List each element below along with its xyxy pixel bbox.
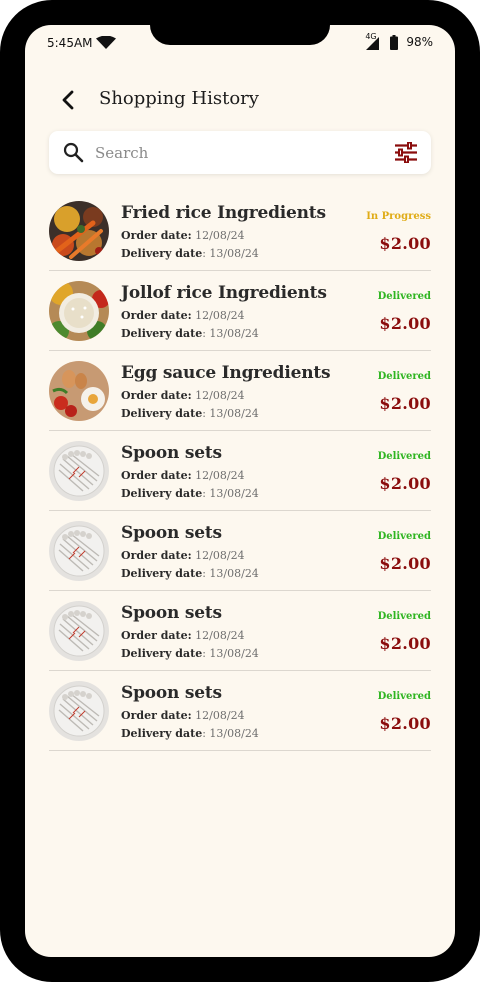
search-input[interactable] [95,140,385,166]
signal-indicator: 4G [364,32,380,50]
phone-frame: 5:45AM 4G 98% Shopping History Search Fr… [0,0,480,982]
item-name: Spoon sets [121,603,222,623]
price: $2.00 [379,634,431,653]
delivery-date: Delivery date: 13/08/24 [121,727,259,740]
price: $2.00 [379,394,431,413]
price: $2.00 [379,314,431,333]
status-badge: Delivered [377,451,431,462]
order-row-6[interactable]: Spoon sets Order date: 12/08/24 Delivery… [49,591,431,671]
search-icon[interactable] [63,142,84,163]
order-date-label: Order date: [121,709,192,722]
delivery-date-value: 13/08/24 [209,327,259,340]
order-date-value: 12/08/24 [195,229,245,242]
app-screen: 5:45AM 4G 98% Shopping History Search Fr… [25,25,455,957]
order-date-value: 12/08/24 [195,709,245,722]
order-date-value: 12/08/24 [195,309,245,322]
item-name: Spoon sets [121,683,222,703]
spices-image [49,201,109,261]
price: $2.00 [379,714,431,733]
order-date-label: Order date: [121,229,192,242]
order-date: Order date: 12/08/24 [121,549,245,562]
delivery-date-label: Delivery date [121,567,203,580]
delivery-date-value: 13/08/24 [209,247,259,260]
item-name: Jollof rice Ingredients [121,283,327,303]
search-bar [49,131,431,174]
delivery-date-label: Delivery date [121,247,203,260]
filter-sliders-icon[interactable] [395,142,417,163]
delivery-date: Delivery date: 13/08/24 [121,487,259,500]
order-date-label: Order date: [121,629,192,642]
signal-icon [366,37,380,50]
delivery-date-value: 13/08/24 [209,407,259,420]
status-time: 5:45AM [47,36,93,50]
order-row-2[interactable]: Jollof rice Ingredients Order date: 12/0… [49,271,431,351]
camera-notch [150,25,330,45]
order-row-5[interactable]: Spoon sets Order date: 12/08/24 Delivery… [49,511,431,591]
delivery-date: Delivery date: 13/08/24 [121,247,259,260]
status-badge: Delivered [377,691,431,702]
order-date-label: Order date: [121,469,192,482]
rice-bowl-image [49,281,109,341]
order-date: Order date: 12/08/24 [121,709,245,722]
delivery-date-value: 13/08/24 [209,647,259,660]
price: $2.00 [379,554,431,573]
spoons-image [49,681,109,741]
status-badge: In Progress [366,211,431,222]
eggs-image [49,361,109,421]
order-date: Order date: 12/08/24 [121,389,245,402]
delivery-date: Delivery date: 13/08/24 [121,407,259,420]
delivery-date: Delivery date: 13/08/24 [121,327,259,340]
price: $2.00 [379,234,431,253]
spoons-image [49,441,109,501]
battery-percentage: 98% [406,35,433,49]
back-button[interactable] [55,87,81,113]
item-name: Spoon sets [121,523,222,543]
status-badge: Delivered [377,291,431,302]
spoons-image [49,601,109,661]
order-date-value: 12/08/24 [195,629,245,642]
item-name: Fried rice Ingredients [121,203,326,223]
delivery-date: Delivery date: 13/08/24 [121,567,259,580]
chevron-left-icon [62,90,74,110]
delivery-date-value: 13/08/24 [209,487,259,500]
order-row-4[interactable]: Spoon sets Order date: 12/08/24 Delivery… [49,431,431,511]
order-date: Order date: 12/08/24 [121,469,245,482]
order-date-value: 12/08/24 [195,549,245,562]
item-name: Egg sauce Ingredients [121,363,331,383]
order-row-7[interactable]: Spoon sets Order date: 12/08/24 Delivery… [49,671,431,751]
spoons-image [49,521,109,581]
order-date: Order date: 12/08/24 [121,309,245,322]
item-name: Spoon sets [121,443,222,463]
order-date: Order date: 12/08/24 [121,629,245,642]
order-date-label: Order date: [121,309,192,322]
status-badge: Delivered [377,371,431,382]
order-date: Order date: 12/08/24 [121,229,245,242]
order-history-list: Fried rice Ingredients Order date: 12/08… [49,191,431,751]
order-row-1[interactable]: Fried rice Ingredients Order date: 12/08… [49,191,431,271]
delivery-date-label: Delivery date [121,487,203,500]
delivery-date-value: 13/08/24 [209,567,259,580]
delivery-date: Delivery date: 13/08/24 [121,647,259,660]
status-indicators: 4G 98% [364,32,433,50]
order-date-label: Order date: [121,549,192,562]
order-date-value: 12/08/24 [195,389,245,402]
delivery-date-label: Delivery date [121,727,203,740]
status-badge: Delivered [377,611,431,622]
wifi-icon [96,36,116,49]
price: $2.00 [379,474,431,493]
delivery-date-label: Delivery date [121,647,203,660]
page-title: Shopping History [99,88,259,109]
delivery-date-label: Delivery date [121,327,203,340]
delivery-date-value: 13/08/24 [209,727,259,740]
order-date-label: Order date: [121,389,192,402]
order-row-3[interactable]: Egg sauce Ingredients Order date: 12/08/… [49,351,431,431]
status-badge: Delivered [377,531,431,542]
delivery-date-label: Delivery date [121,407,203,420]
order-date-value: 12/08/24 [195,469,245,482]
battery-icon [390,34,399,50]
